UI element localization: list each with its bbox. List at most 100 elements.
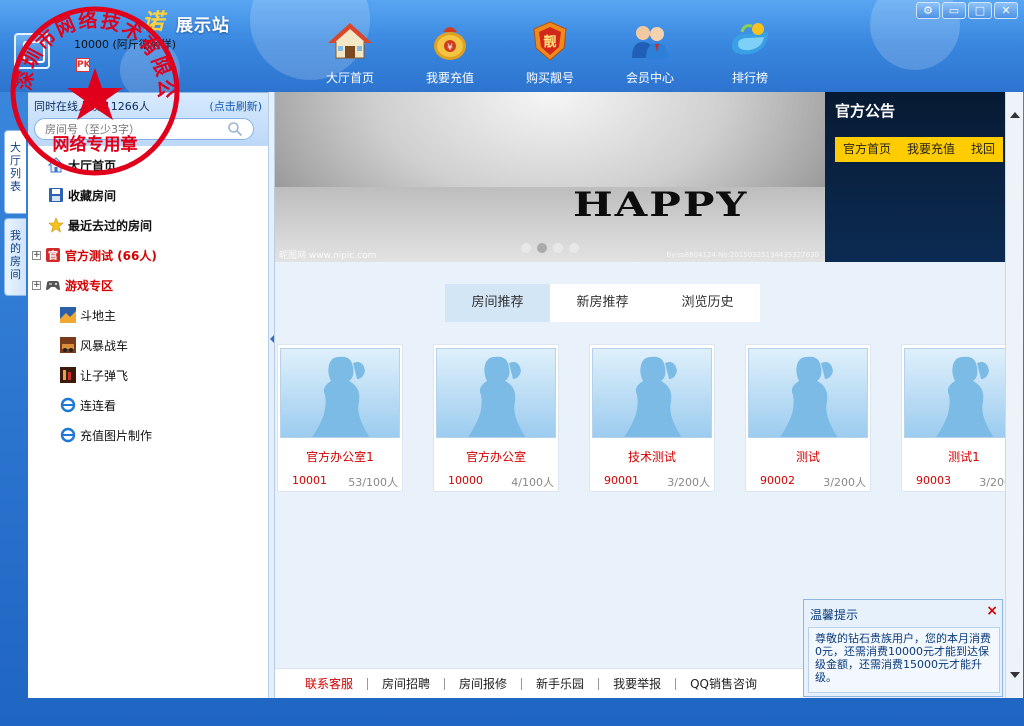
- room-card[interactable]: 官方办公室 10000 4/100人: [433, 344, 559, 492]
- tree-item-lianliankan[interactable]: 连连看: [28, 390, 268, 420]
- room-search-input[interactable]: [45, 119, 225, 139]
- silhouette-icon: [624, 356, 682, 437]
- tip-popup: 温馨提示 × 尊敬的钻石贵族用户，您的本月消费0元，还需消费10000元才能到达…: [803, 599, 1003, 697]
- nav-label: 大厅首页: [325, 71, 374, 85]
- room-meta: 90002 3/200人: [746, 474, 870, 490]
- announcement-tab-home[interactable]: 官方首页: [835, 137, 899, 162]
- announcement-tab-recharge[interactable]: 我要充值: [899, 137, 963, 162]
- storm-chariot-icon: [60, 337, 76, 353]
- tree-item-label: 斗地主: [80, 308, 117, 323]
- svg-text:靓: 靓: [543, 34, 556, 50]
- nav-item-recharge[interactable]: ¥ 我要充值: [400, 20, 500, 86]
- search-icon[interactable]: [227, 121, 243, 137]
- vertical-scrollbar[interactable]: [1005, 92, 1023, 698]
- room-card[interactable]: 测试1 90003 3/200人: [901, 344, 1005, 492]
- tree-item-label: 充值图片制作: [80, 428, 153, 443]
- nav-item-lobby-home[interactable]: 大厅首页: [300, 20, 400, 86]
- room-id: 90001: [604, 474, 639, 487]
- banner-dot[interactable]: [553, 243, 563, 253]
- room-card[interactable]: 官方办公室1 10001 53/100人: [277, 344, 403, 492]
- room-meta: 10000 4/100人: [434, 474, 558, 490]
- room-thumbnail: [904, 348, 1005, 438]
- side-tab-my-rooms[interactable]: 我的房间: [4, 218, 26, 296]
- tip-close-button[interactable]: ×: [986, 603, 998, 619]
- panel-splitter[interactable]: [268, 92, 275, 698]
- expand-toggle[interactable]: +: [32, 280, 41, 290]
- scroll-up-arrow-icon[interactable]: [1010, 112, 1020, 118]
- tree-item-official-test[interactable]: + 官 官方测试 (66人): [28, 240, 268, 270]
- tree-item-doudizhu[interactable]: 斗地主: [28, 300, 268, 330]
- nav-item-ranking[interactable]: 排行榜: [700, 20, 800, 86]
- room-name: 技术测试: [627, 450, 676, 464]
- tab-browse-history[interactable]: 浏览历史: [655, 284, 760, 322]
- settings-button[interactable]: ⚙: [916, 2, 940, 19]
- nav-item-buy-pretty-number[interactable]: 靓 购买靓号: [500, 20, 600, 86]
- footer-link-newbie-park[interactable]: 新手乐园: [521, 677, 598, 690]
- tree-item-favorite-rooms[interactable]: 收藏房间: [28, 180, 268, 210]
- room-occupancy: 53/100人: [348, 476, 398, 489]
- tree-item-recent-rooms[interactable]: 最近去过的房间: [28, 210, 268, 240]
- gamepad-icon: [46, 281, 60, 290]
- room-tree-panel: 同时在线人数:11266人 (点击刷新) 大厅首页 收藏房间 最近去: [28, 92, 268, 698]
- room-card[interactable]: 技术测试 90001 3/200人: [589, 344, 715, 492]
- online-count: 同时在线人数:11266人: [34, 100, 150, 113]
- collapse-arrow-icon[interactable]: [270, 335, 274, 343]
- members-icon: [632, 26, 668, 59]
- room-meta: 10001 53/100人: [278, 474, 402, 490]
- tab-recommended-rooms[interactable]: 房间推荐: [445, 284, 550, 322]
- announcement-panel: 官方公告 官方首页 我要充值 找回: [825, 92, 1005, 262]
- nav-item-member-center[interactable]: 会员中心: [600, 20, 700, 86]
- silhouette-icon: [312, 356, 370, 437]
- tree-item-recharge-image-maker[interactable]: 充值图片制作: [28, 420, 268, 450]
- banner-dot[interactable]: [521, 243, 531, 253]
- ie-icon: [60, 427, 76, 443]
- announcement-tab-recover[interactable]: 找回: [963, 137, 1003, 162]
- footer-link-room-repair[interactable]: 房间报修: [444, 677, 521, 690]
- room-name: 官方办公室: [465, 450, 526, 464]
- tree-item-storm-chariot[interactable]: 风暴战车: [28, 330, 268, 360]
- promo-banner[interactable]: HAPPY 昵图网 www.nipic.com By:ss8804124 No:…: [275, 92, 825, 262]
- room-search-box: [34, 118, 254, 140]
- silhouette-icon: [936, 356, 994, 437]
- banner-watermark: 昵图网 www.nipic.com: [279, 251, 377, 261]
- announcement-title: 官方公告: [835, 102, 896, 120]
- tip-message: 尊敬的钻石贵族用户，您的本月消费0元，还需消费10000元才能到达保级金额，还需…: [808, 627, 1000, 693]
- brand-logo-text: 诺: [142, 10, 165, 35]
- footer-link-report[interactable]: 我要举报: [598, 677, 675, 690]
- tree-item-let-bullets-fly[interactable]: 让子弹飞: [28, 360, 268, 390]
- tree-item-label: 连连看: [80, 398, 117, 413]
- banner-pager: [521, 243, 579, 253]
- nav-label: 会员中心: [625, 71, 674, 85]
- footer-link-qq-sales[interactable]: QQ销售咨询: [675, 677, 771, 690]
- side-tab-hall-list[interactable]: 大厅列表: [4, 130, 26, 214]
- nav-label: 排行榜: [731, 71, 768, 85]
- minimize-button[interactable]: ▭: [942, 2, 966, 19]
- tree-item-game-zone[interactable]: + 游戏专区: [28, 270, 268, 300]
- tree-item-label: 官方测试 (66人): [65, 248, 157, 263]
- avatar[interactable]: [14, 33, 50, 69]
- room-occupancy: 3/200人: [667, 476, 710, 489]
- expand-toggle[interactable]: +: [32, 250, 41, 260]
- room-name: 测试: [795, 450, 820, 464]
- scroll-down-arrow-icon[interactable]: [1010, 672, 1020, 678]
- tree-item-label: 风暴战车: [80, 338, 129, 353]
- left-panel-header: 同时在线人数:11266人 (点击刷新): [28, 93, 268, 146]
- close-button[interactable]: ✕: [994, 2, 1018, 19]
- room-name: 官方办公室1: [306, 450, 374, 464]
- tree-item-lobby-home[interactable]: 大厅首页: [28, 150, 268, 180]
- announcement-tabs: 官方首页 我要充值 找回: [835, 137, 1004, 162]
- top-nav: 大厅首页 ¥ 我要充值 靓 购买靓号 会员中心 排行榜: [300, 20, 800, 86]
- room-occupancy: 3/200人: [823, 476, 866, 489]
- tab-new-rooms[interactable]: 新房推荐: [550, 284, 655, 322]
- svg-text:¥: ¥: [447, 43, 453, 53]
- maximize-button[interactable]: □: [968, 2, 992, 19]
- pretty-number-badge-icon: 靓: [533, 21, 567, 61]
- room-tree: 大厅首页 收藏房间 最近去过的房间 + 官 官方测试 (66人) + 游戏专区: [28, 146, 268, 450]
- banner-dot[interactable]: [537, 243, 547, 253]
- footer-link-customer-service[interactable]: 联系客服: [295, 678, 367, 690]
- banner-dot[interactable]: [569, 243, 579, 253]
- refresh-link[interactable]: (点击刷新): [209, 98, 262, 114]
- room-card[interactable]: 测试 90002 3/200人: [745, 344, 871, 492]
- room-card-list: 官方办公室1 10001 53/100人 官方办公室 10000 4/100人: [277, 344, 1005, 492]
- footer-link-room-recruit[interactable]: 房间招聘: [367, 677, 444, 690]
